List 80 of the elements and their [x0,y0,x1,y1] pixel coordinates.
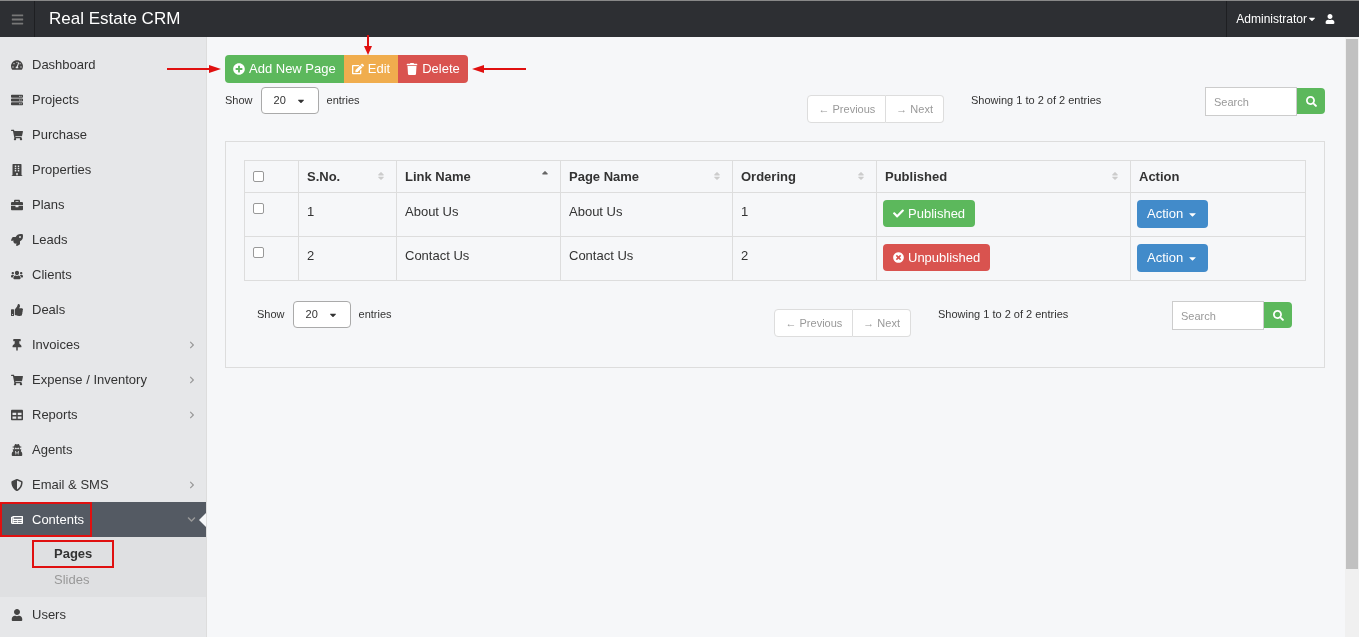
sidebar-item[interactable]: Clients [0,257,80,292]
thumbs-up-icon [11,303,23,316]
users-icon [11,268,23,281]
user-icon [11,608,23,621]
shield-icon [11,478,23,491]
rocket-icon [11,233,23,246]
table-cell: 2 [732,236,877,281]
pin-icon [11,338,23,351]
action-button[interactable]: Action [1137,244,1209,272]
search-icon [1272,309,1284,321]
page-size-select[interactable]: 20 [260,87,319,114]
sidebar-item[interactable]: Purchase [0,117,95,152]
column-header[interactable]: S.No. [298,160,397,193]
page-size-select[interactable]: 20 [292,301,351,328]
entries-label: entries [358,307,392,323]
server-icon [11,93,23,106]
cart-icon [11,373,23,386]
delete-button[interactable]: Delete [398,55,468,83]
newspaper-icon [11,513,23,526]
entries-label: entries [326,93,360,109]
table-cell: About Us [396,192,561,237]
search-button[interactable] [1297,88,1325,114]
table-cell: 1 [298,192,397,237]
column-header[interactable]: Published [876,160,1131,193]
trash-icon [406,63,419,75]
sidebar-item[interactable]: Invoices [0,327,88,362]
column-header[interactable]: Ordering [732,160,877,193]
table-cell: 2 [298,236,397,281]
entries-info: Showing 1 to 2 of 2 entries [971,93,1103,108]
annotation-arrow [167,65,221,73]
status-button[interactable]: Unpublished [883,244,991,271]
column-header[interactable]: Link Name [396,160,561,193]
sidebar-item[interactable]: Leads [0,222,76,257]
user-icon [1325,14,1335,24]
table-cell: Contact Us [396,236,561,281]
gauge-icon [11,58,23,71]
sort-icon [1110,171,1120,181]
sort-icon [376,171,386,181]
show-label: Show [225,93,253,109]
sidebar-item[interactable]: Agents [0,432,81,467]
column-header: Action [1130,160,1306,193]
column-header[interactable]: Page Name [560,160,733,193]
sidebar-item[interactable]: Plans [0,187,73,222]
agent-icon [11,443,23,456]
table-cell: Contact Us [560,236,733,281]
sidebar-item[interactable]: Dashboard [0,47,104,82]
sidebar-item[interactable]: Deals [0,292,74,327]
edit-icon [351,63,364,75]
table-cell: 1 [732,192,877,237]
sidebar-item[interactable]: Expense / Inventory [0,362,155,397]
building-icon [11,163,23,176]
user-menu[interactable]: Administrator [1236,10,1317,28]
sidebar-item[interactable]: Properties [0,152,100,187]
briefcase-icon [11,198,23,211]
sort-icon [712,171,722,181]
app-title: Real Estate CRM [49,8,181,31]
submenu-item[interactable]: Pages [34,542,113,566]
entries-info: Showing 1 to 2 of 2 entries [938,307,1070,322]
search-field[interactable]: Search [1205,87,1297,116]
show-label: Show [257,307,285,323]
sidebar-item[interactable]: Reports [0,397,86,432]
checkbox[interactable] [253,171,264,182]
action-button[interactable]: Action [1137,200,1209,228]
sidebar-item[interactable]: Users [0,597,74,632]
menu-icon[interactable] [10,12,24,26]
search-icon [1305,95,1317,107]
check-icon [893,208,904,219]
search-field[interactable]: Search [1172,301,1264,330]
annotation-arrow [364,35,372,55]
cart-icon [11,128,23,141]
checkbox[interactable] [253,247,264,258]
sort-icon [856,171,866,181]
annotation-arrow [471,65,526,73]
active-pointer [199,513,206,527]
sidebar-item[interactable]: Projects [0,82,87,117]
sidebar-item[interactable]: Email & SMS [0,467,117,502]
table-icon [11,408,23,421]
table-cell: About Us [560,192,733,237]
checkbox[interactable] [253,203,264,214]
search-button[interactable] [1264,302,1292,328]
